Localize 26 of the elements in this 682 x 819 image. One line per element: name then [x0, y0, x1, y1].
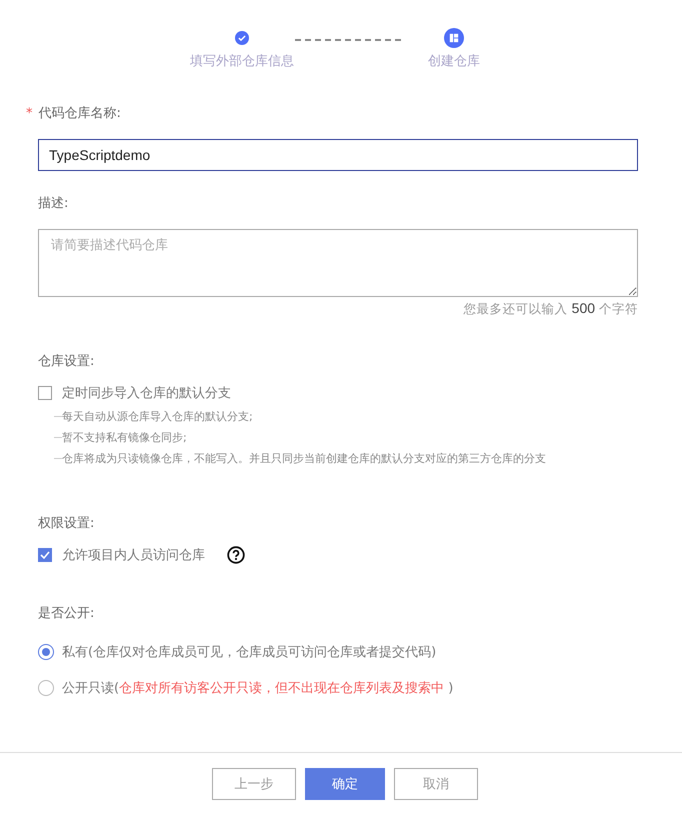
radio-label: 公开只读(仓库对所有访客公开只读，但不出现在仓库列表及搜索中 ): [62, 680, 454, 697]
hint-text: 仓库将成为只读镜像仓库，不能写入。并且只同步当前创建仓库的默认分支对应的第三方仓库的分支: [62, 451, 546, 466]
checkbox-label: 允许项目内人员访问仓库: [62, 547, 205, 564]
name-field[interactable]: TypeScriptdemo: [38, 139, 638, 171]
confirm-button[interactable]: 确定: [305, 768, 385, 800]
radio-button[interactable]: [38, 680, 54, 696]
section-label: 仓库设置:: [38, 353, 96, 370]
section-label: 是否公开:: [38, 605, 96, 622]
character-counter: 您最多还可以输入 500 个字符: [464, 301, 638, 316]
section-label: 权限设置:: [38, 515, 96, 532]
step-label: 创建仓库: [428, 53, 480, 70]
footer-button[interactable]: 上一步: [212, 768, 296, 800]
step-label: 填写外部仓库信息: [190, 53, 294, 70]
checkbox[interactable]: [38, 386, 52, 400]
radio-button[interactable]: [38, 644, 54, 660]
field-label: 代码仓库名称:: [38, 105, 121, 122]
hint-text: 暂不支持私有镜像仓同步;: [62, 430, 187, 445]
description-field[interactable]: 请简要描述代码仓库: [38, 229, 638, 297]
hint-text: 每天自动从源仓库导入仓库的默认分支;: [62, 409, 253, 424]
required-mark: *: [26, 106, 32, 120]
checkbox[interactable]: [38, 548, 52, 562]
radio-label: 私有(仓库仅对仓库成员可见，仓库成员可访问仓库或者提交代码): [62, 644, 436, 661]
checkbox-label: 定时同步导入仓库的默认分支: [62, 385, 231, 402]
help-icon[interactable]: [227, 546, 245, 564]
field-label: 描述:: [38, 195, 70, 212]
footer-button[interactable]: 取消: [394, 768, 478, 800]
